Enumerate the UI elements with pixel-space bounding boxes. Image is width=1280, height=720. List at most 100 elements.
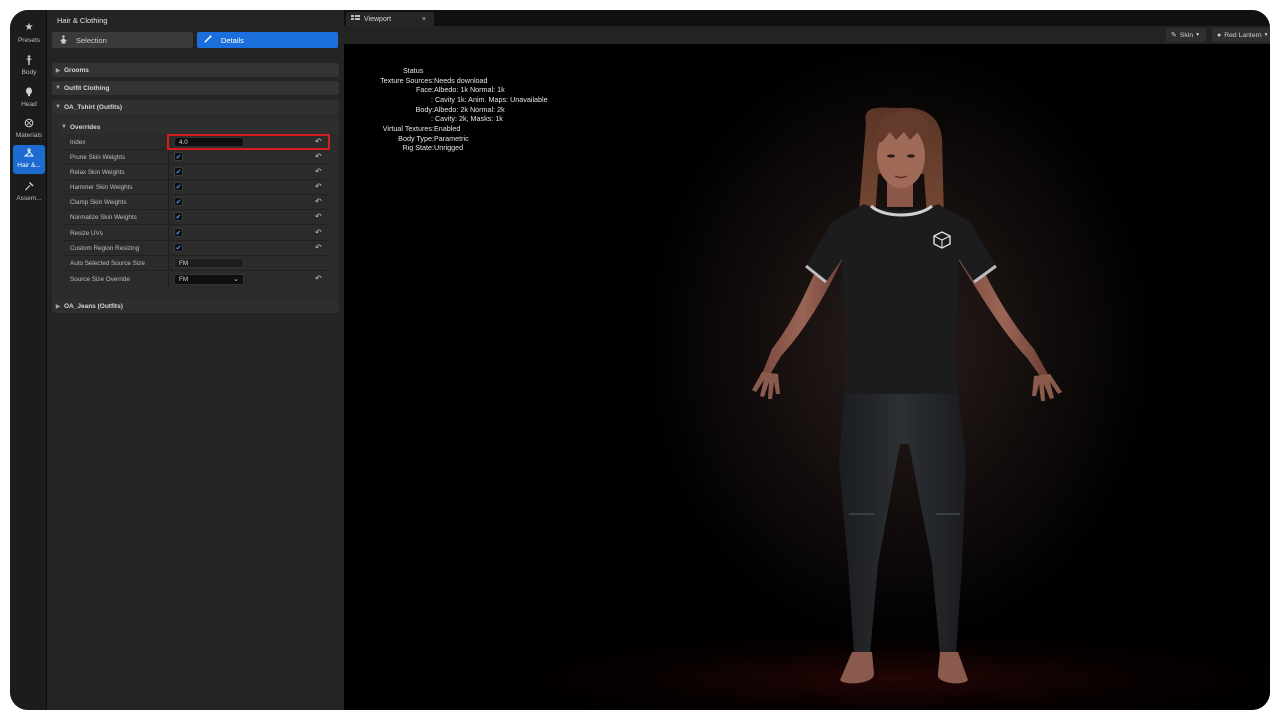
viewport-icon [351, 14, 360, 24]
hammer-skin-weights-checkbox[interactable]: ✔ [174, 182, 183, 191]
details-panel: Hair & Clothing Selection Details ▶ Groo… [47, 10, 344, 710]
chevron-right-icon: ▶ [55, 67, 61, 74]
chevron-down-icon: ▼ [1263, 32, 1269, 38]
clamp-skin-weights-checkbox[interactable]: ✔ [174, 197, 183, 206]
reset-icon[interactable]: ↶ [315, 182, 322, 191]
column-divider [168, 256, 169, 271]
toolbar-item-assembly[interactable]: Assem... [13, 178, 45, 207]
close-icon[interactable]: × [422, 16, 426, 23]
jeans-group-header[interactable]: ▶ OA_Jeans (Outfits) [52, 299, 339, 313]
left-foot [840, 652, 874, 684]
overrides-group-header[interactable]: ▼ Overrides [58, 120, 339, 134]
selection-mode-button[interactable]: Selection [52, 32, 193, 48]
column-divider [168, 180, 169, 195]
source-size-override-dropdown[interactable]: FM ⌄ [174, 274, 244, 285]
column-divider [168, 241, 169, 256]
property-name: Resize UVs [70, 230, 103, 237]
column-divider [168, 210, 169, 225]
property-row-source-size-override: Source Size Override FM ⌄ ↶ [64, 272, 331, 287]
chevron-down-icon: ▼ [55, 104, 61, 110]
reset-icon[interactable]: ↶ [315, 167, 322, 176]
app-window: ★ Presets Body Head Materials Hair &... … [10, 10, 1270, 710]
property-row-custom-region-resizing: Custom Region Resizing ✔ ↶ [64, 241, 331, 256]
column-divider [168, 226, 169, 241]
property-row-resize-uvs: Resize UVs ✔ ↶ [64, 226, 331, 241]
hanger-icon [23, 148, 34, 159]
auto-selected-source-size-field: FM [174, 258, 244, 268]
toolbar-item-hair-clothing[interactable]: Hair &... [13, 145, 45, 174]
head-icon [25, 87, 33, 98]
reset-icon[interactable]: ↶ [315, 152, 322, 161]
lighting-button-label: Red Lantern [1224, 31, 1262, 39]
property-name: Custom Region Resizing [70, 245, 140, 252]
resize-uvs-checkbox[interactable]: ✔ [174, 228, 183, 237]
tab-viewport[interactable]: Viewport × [346, 12, 434, 26]
reset-icon[interactable]: ↶ [315, 212, 322, 221]
chevron-right-icon: ▶ [55, 303, 61, 310]
toolbar-item-label: Hair &... [17, 162, 41, 169]
property-row-prune-skin-weights: Prune Skin Weights ✔ ↶ [64, 150, 331, 165]
relax-skin-weights-checkbox[interactable]: ✔ [174, 167, 183, 176]
property-row-auto-selected-source-size: Auto Selected Source Size FM [64, 256, 331, 271]
section-label: OA_Tshirt (Outfits) [64, 103, 123, 111]
column-divider [168, 195, 169, 210]
toolbar-item-label: Assem... [16, 195, 42, 202]
chevron-down-icon: ▼ [55, 85, 61, 91]
reset-icon[interactable]: ↶ [315, 274, 322, 283]
toolbar-item-presets[interactable]: ★ Presets [13, 20, 45, 49]
body-icon [25, 55, 33, 66]
toolbar-item-head[interactable]: Head [13, 84, 45, 113]
property-name: Hammer Skin Weights [70, 184, 133, 191]
right-hand [1032, 374, 1062, 401]
hammer-icon [24, 181, 34, 192]
star-icon: ★ [24, 22, 34, 33]
panel-title: Hair & Clothing [57, 16, 108, 25]
character-model[interactable] [344, 44, 1270, 710]
right-eye [907, 154, 915, 158]
skin-button-label: Skin [1179, 31, 1194, 39]
column-divider [168, 272, 169, 287]
left-hand [752, 372, 780, 399]
toolbar-item-body[interactable]: Body [13, 52, 45, 81]
reset-icon[interactable]: ↶ [315, 243, 322, 252]
outfit-clothing-section-header[interactable]: ▼ Outfit Clothing [52, 81, 339, 95]
jeans [839, 394, 966, 654]
reset-icon[interactable]: ↶ [315, 228, 322, 237]
property-name: Normalize Skin Weights [70, 214, 137, 221]
reset-icon[interactable]: ↶ [315, 137, 322, 146]
details-mode-button[interactable]: Details [197, 32, 338, 48]
section-label: Outfit Clothing [64, 84, 110, 92]
chevron-down-icon: ▼ [61, 124, 67, 130]
tab-label: Viewport [364, 15, 392, 23]
property-name: Clamp Skin Weights [70, 199, 127, 206]
dropdown-value: FM [179, 276, 189, 283]
tshirt-group-header[interactable]: ▼ OA_Tshirt (Outfits) [52, 100, 339, 114]
chevron-down-icon: ▼ [1195, 32, 1201, 38]
normalize-skin-weights-checkbox[interactable]: ✔ [174, 212, 183, 221]
property-name: Auto Selected Source Size [70, 260, 145, 267]
lighting-button[interactable]: ● Red Lantern ▼ [1212, 28, 1270, 42]
property-row-hammer-skin-weights: Hammer Skin Weights ✔ ↶ [64, 180, 331, 195]
index-input[interactable]: 4.0 [174, 137, 244, 147]
prune-skin-weights-checkbox[interactable]: ✔ [174, 152, 183, 161]
left-eye [887, 154, 895, 158]
property-row-clamp-skin-weights: Clamp Skin Weights ✔ ↶ [64, 195, 331, 210]
column-divider [168, 150, 169, 165]
toolbar-item-label: Body [21, 69, 37, 76]
toolbar-item-label: Head [21, 101, 37, 108]
custom-region-resizing-checkbox[interactable]: ✔ [174, 243, 183, 252]
section-label: Overrides [70, 123, 101, 131]
selection-icon [56, 34, 70, 46]
column-divider [168, 135, 169, 150]
property-row-relax-skin-weights: Relax Skin Weights ✔ ↶ [64, 165, 331, 180]
column-divider [168, 165, 169, 180]
skin-button[interactable]: ✎ Skin ▼ [1166, 28, 1206, 42]
grooms-section-header[interactable]: ▶ Grooms [52, 63, 339, 77]
brush-icon [201, 34, 215, 46]
viewport-scene[interactable]: Status Texture Sources: Needs download F… [344, 44, 1270, 710]
toolbar-item-materials[interactable]: Materials [13, 115, 45, 144]
selection-mode-label: Selection [76, 35, 107, 45]
brush-icon: ✎ [1171, 32, 1177, 39]
property-row-normalize-skin-weights: Normalize Skin Weights ✔ ↶ [64, 210, 331, 225]
reset-icon[interactable]: ↶ [315, 197, 322, 206]
